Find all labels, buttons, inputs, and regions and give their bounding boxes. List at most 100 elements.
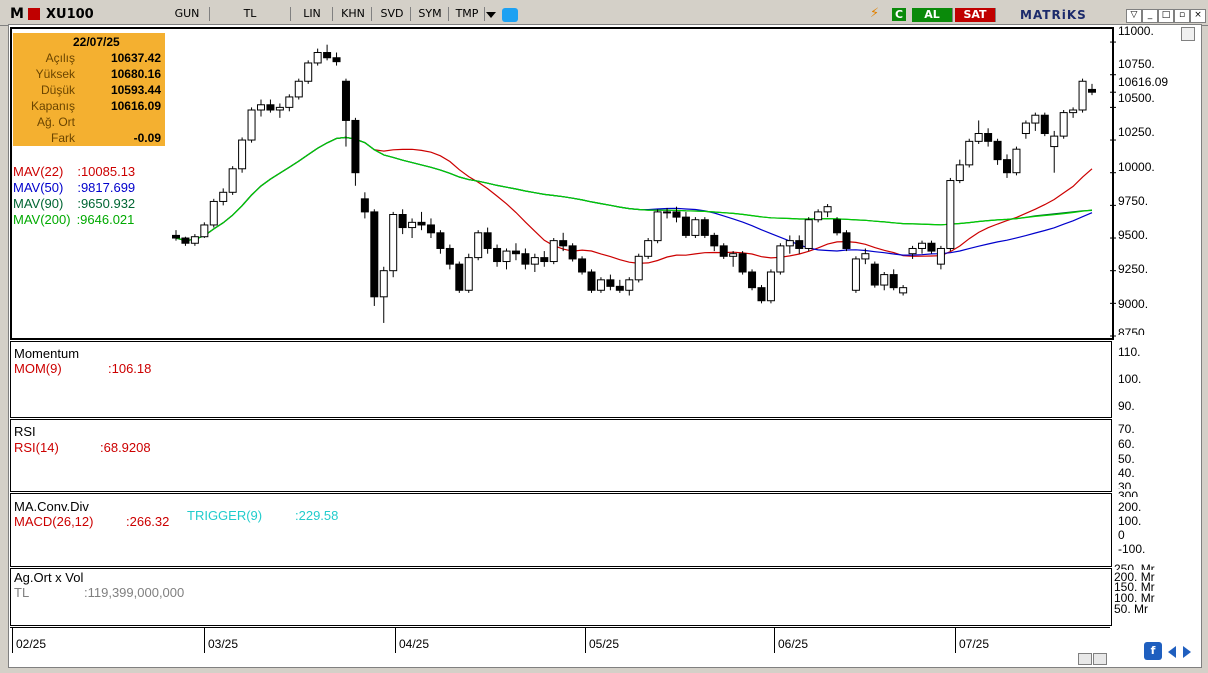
legend-mav50: MAV(50) :9817.699 — [13, 180, 135, 195]
price-tick: 9250. — [1118, 262, 1149, 276]
candle-body — [738, 253, 747, 273]
macd-name: MACD(26,12) — [14, 514, 94, 529]
candle-body — [323, 52, 332, 59]
diff-label: Fark — [51, 131, 75, 145]
time-label: 05/25 — [589, 637, 620, 651]
candle-body — [918, 242, 927, 249]
candle-body — [493, 247, 502, 263]
time-sep — [204, 627, 205, 653]
rsi-value: :68.9208 — [100, 440, 151, 455]
volume-value: :119,399,000,000 — [84, 585, 185, 600]
candle-body — [511, 250, 520, 255]
candle-body — [578, 258, 587, 273]
price-tick: 9500. — [1118, 228, 1149, 242]
wavg-label: Ağ. Ort — [36, 115, 75, 129]
last-price-tick: 10616.09 — [1118, 75, 1169, 89]
nav-left-icon[interactable] — [1168, 646, 1176, 658]
candle-body — [766, 271, 775, 302]
legend-mav200: MAV(200):9646.021 — [13, 212, 134, 227]
candle-body — [219, 191, 228, 202]
low-label: Düşük — [40, 83, 75, 97]
time-sep — [585, 627, 586, 653]
mav90-line — [175, 136, 1093, 242]
momentum-value: :106.18 — [108, 361, 152, 376]
mav50-line — [175, 136, 1093, 256]
macd-value: :266.32 — [126, 514, 170, 529]
candle-body — [1012, 148, 1021, 174]
mom-tick: 100. — [1118, 372, 1142, 386]
candle-body — [256, 104, 265, 111]
time-axis[interactable] — [10, 627, 1110, 654]
legend-mav90: MAV(90):9650.932 — [13, 196, 135, 211]
candle-body — [398, 214, 407, 229]
vol-tick: 250. Mr — [1114, 562, 1155, 570]
momentum-panel[interactable] — [10, 341, 1112, 418]
legend-mav50-name: MAV(50) — [13, 180, 64, 195]
candle-body — [927, 242, 936, 252]
candle-body — [870, 263, 879, 286]
candle-body — [596, 279, 605, 291]
candle-body — [748, 271, 757, 289]
volume-title: Ag.Ort x Vol — [14, 570, 84, 585]
time-label: 02/25 — [16, 637, 47, 651]
candle-body — [814, 211, 823, 221]
candle-body — [710, 234, 719, 247]
nav-right-icon[interactable] — [1183, 646, 1191, 658]
candle-body — [417, 221, 426, 226]
candle-body — [823, 206, 832, 213]
candle-body — [1069, 109, 1078, 114]
candle-body — [606, 279, 615, 287]
macd-tick: -100. — [1118, 542, 1146, 556]
rsi-tick: 50. — [1118, 452, 1135, 466]
candle-body — [757, 287, 766, 302]
price-tick: 10500. — [1118, 91, 1155, 105]
rsi-tick: 40. — [1118, 466, 1135, 480]
candle-body — [785, 240, 794, 247]
open-label: Açılış — [45, 51, 75, 65]
candle-body — [370, 211, 379, 298]
candle-body — [549, 240, 558, 263]
candle-body — [729, 253, 738, 257]
candle-body — [483, 232, 492, 249]
price-tick: 8750. — [1118, 326, 1149, 335]
candle-body — [1050, 135, 1059, 148]
rsi-tick: 70. — [1118, 422, 1135, 436]
candle-body — [899, 287, 908, 294]
candle-body — [228, 168, 237, 193]
candle-body — [1059, 112, 1068, 137]
candle-body — [974, 133, 983, 142]
scroll-left-button[interactable] — [1078, 653, 1092, 665]
candle-body — [615, 285, 624, 291]
candle-body — [700, 219, 709, 236]
candle-body — [946, 180, 955, 249]
rsi-panel[interactable] — [10, 419, 1112, 492]
scrollbar-up-icon[interactable] — [1181, 27, 1195, 41]
candle-body — [851, 258, 860, 291]
legend-mav22: MAV(22):10085.13 — [13, 164, 135, 179]
candle-body — [247, 109, 256, 141]
mom-tick: 90. — [1118, 399, 1135, 413]
legend-mav50-value: :9817.699 — [77, 180, 136, 195]
trigger-value: :229.58 — [295, 508, 339, 523]
candle-body — [332, 57, 341, 63]
time-sep — [12, 627, 13, 653]
macd-panel[interactable] — [10, 493, 1112, 567]
mom-tick: 110. — [1118, 345, 1141, 359]
chart-settings-icon[interactable]: f — [1144, 642, 1162, 660]
candle-body — [833, 219, 842, 234]
candle-body — [389, 214, 398, 272]
candle-body — [190, 236, 199, 244]
scroll-right-button[interactable] — [1093, 653, 1107, 665]
candle-body — [842, 232, 851, 249]
candle-body — [795, 240, 804, 249]
macd-tick: 0 — [1118, 528, 1125, 542]
candle-body — [540, 257, 549, 263]
candle-body — [379, 270, 388, 298]
price-tick: 11000. — [1118, 24, 1154, 38]
candle-body — [181, 237, 190, 244]
candle-body — [1003, 159, 1012, 174]
candle-body — [993, 140, 1002, 161]
candle-body — [426, 224, 435, 234]
candle-body — [1088, 88, 1096, 93]
candle-body — [436, 232, 445, 249]
